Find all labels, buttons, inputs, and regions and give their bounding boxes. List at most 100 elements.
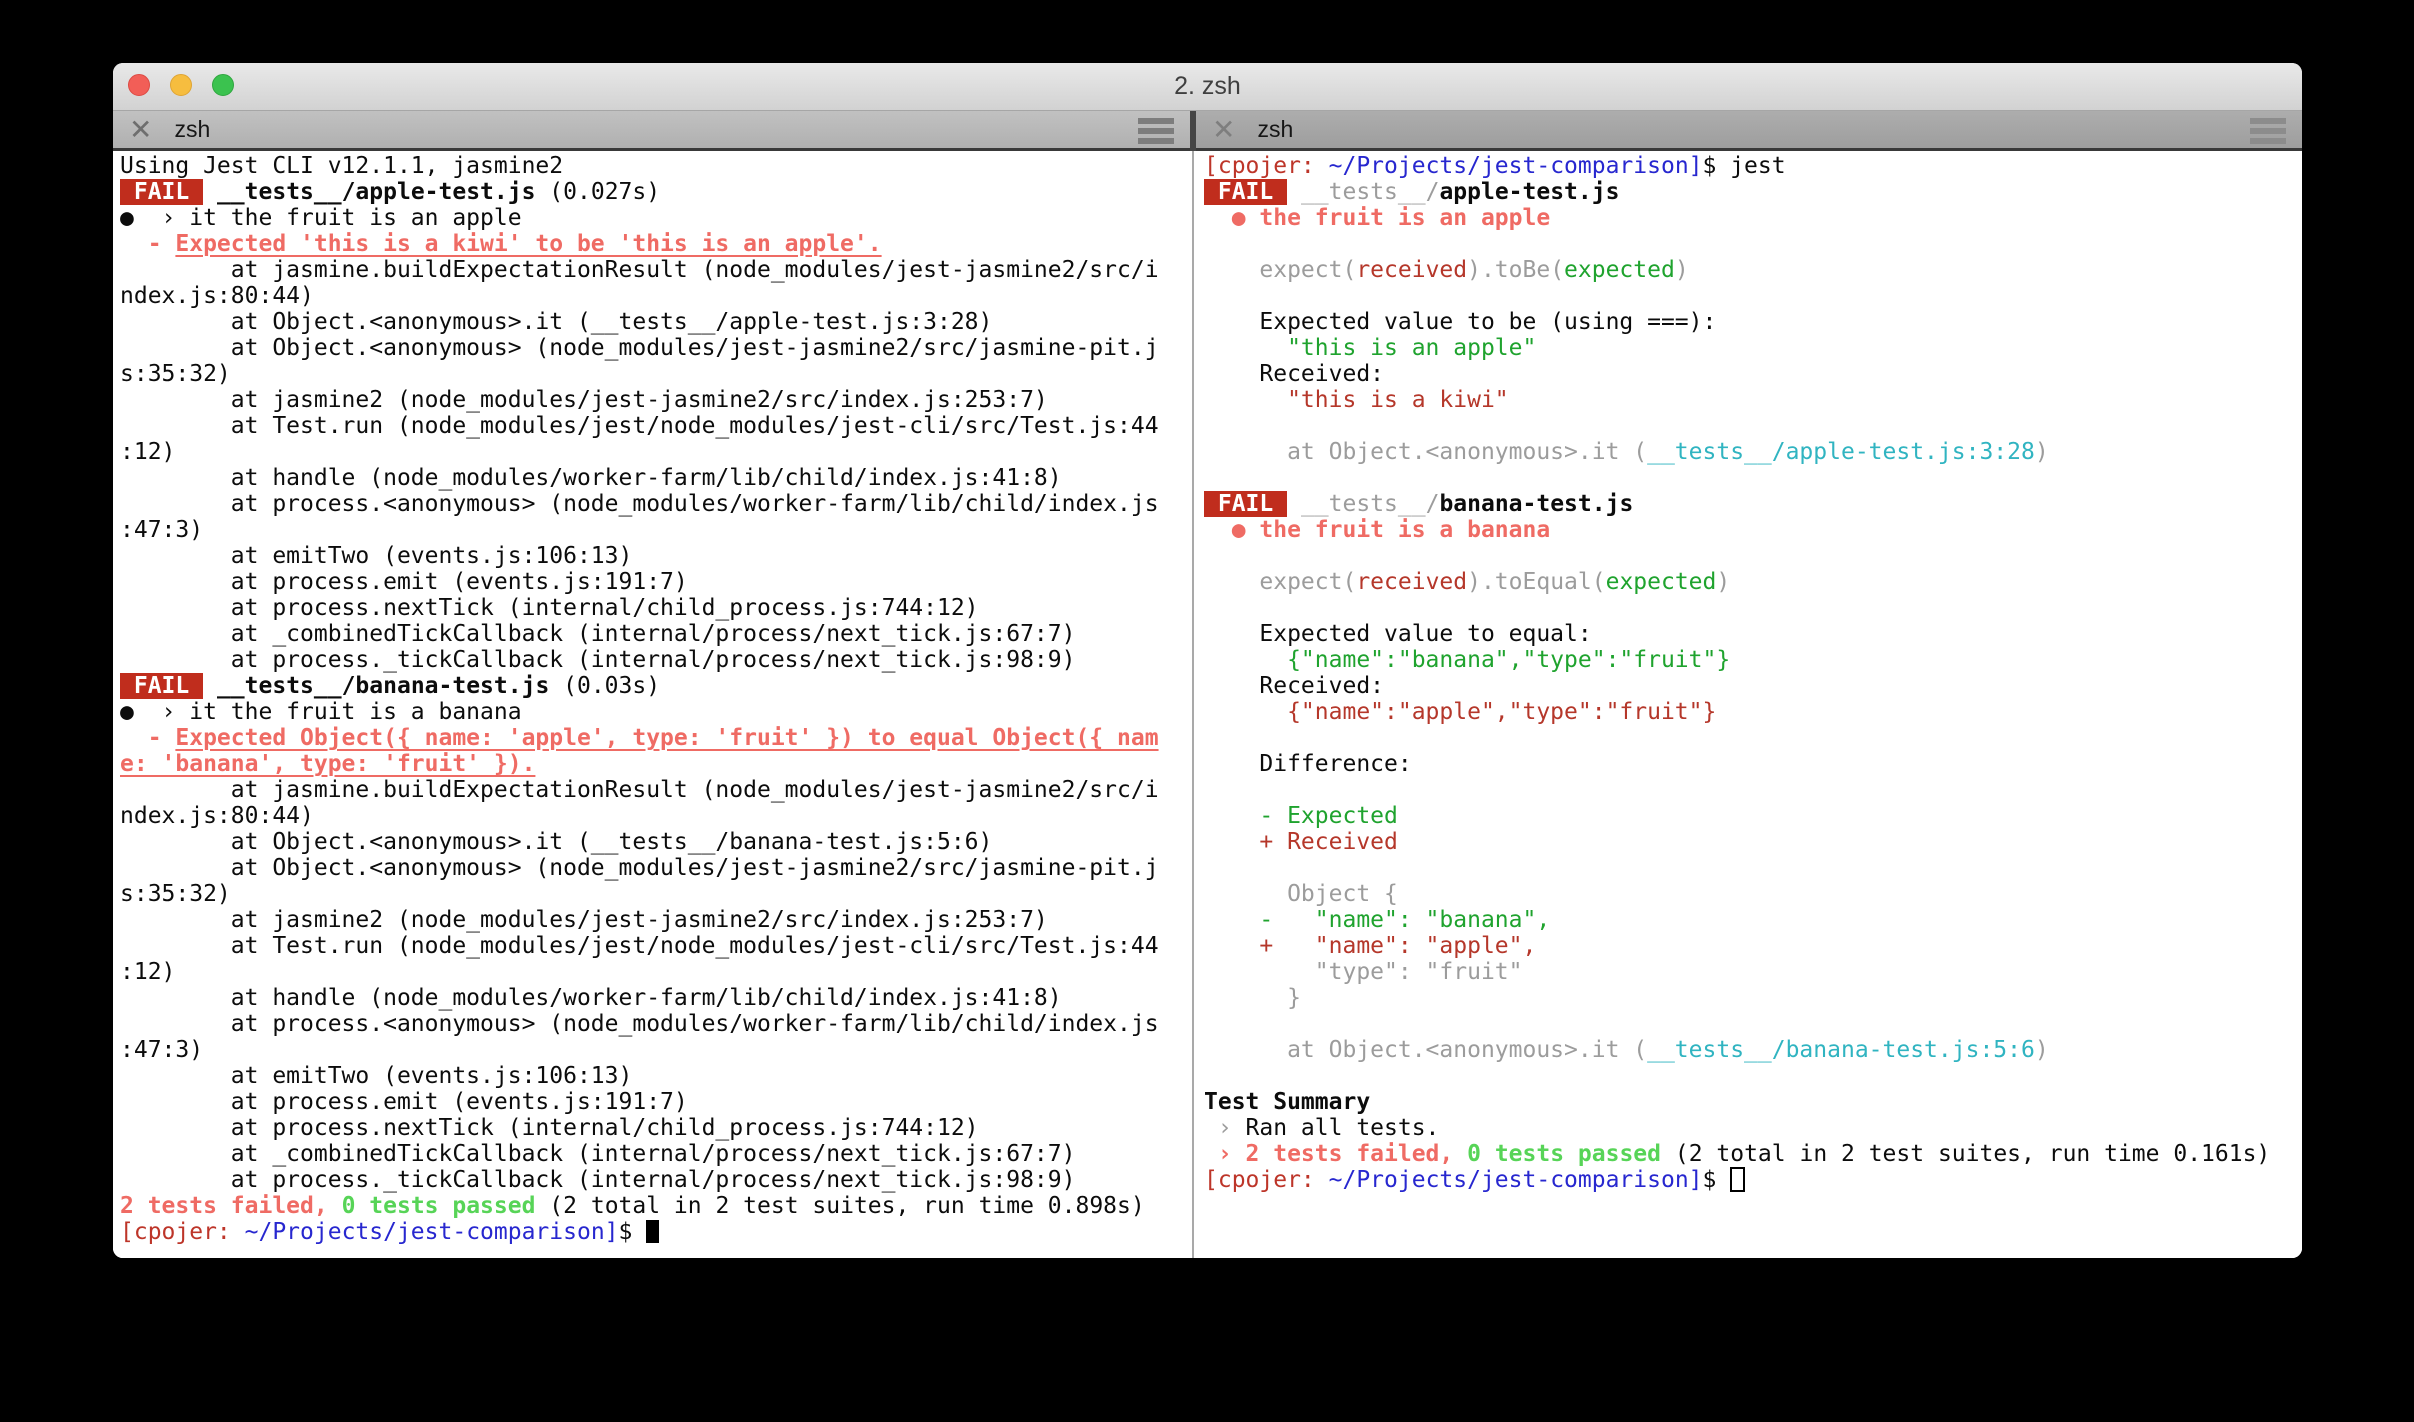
terminal-line: at handle (node_modules/worker-farm/lib/… (120, 465, 1062, 491)
hamburger-menu-icon[interactable] (1138, 118, 1174, 144)
window-title: 2. zsh (1174, 72, 1241, 100)
minimize-button[interactable] (170, 74, 192, 96)
terminal-line: - Expected 'this is a kiwi' to be 'this … (120, 231, 882, 257)
terminal-line: :47:3) (120, 517, 204, 543)
hamburger-menu-icon[interactable] (2250, 118, 2286, 144)
terminal-line: › 2 tests failed, 0 tests passed (2 tota… (1204, 1141, 2271, 1167)
desktop-background: 2. zsh ✕ zsh ✕ zsh Using Jest CLI v12.1.… (0, 0, 2414, 1422)
terminal-line: s:35:32) (120, 361, 231, 387)
terminal-line: Object { (1204, 881, 1398, 907)
close-tab-icon[interactable]: ✕ (129, 111, 152, 148)
terminal-line: - "name": "banana", (1204, 907, 1551, 933)
terminal-line: FAIL __tests__/apple-test.js (1204, 179, 1620, 205)
terminal-line: at _combinedTickCallback (internal/proce… (120, 621, 1076, 647)
terminal-line: at jasmine2 (node_modules/jest-jasmine2/… (120, 907, 1048, 933)
terminal-line: at Test.run (node_modules/jest/node_modu… (120, 413, 1159, 439)
terminal-line: at process.emit (events.js:191:7) (120, 569, 688, 595)
terminal-line: Using Jest CLI v12.1.1, jasmine2 (120, 153, 564, 179)
terminal-line: :12) (120, 959, 176, 985)
terminal-line: Difference: (1204, 751, 1412, 777)
terminal-line: :12) (120, 439, 176, 465)
left-pane-tab-bar[interactable]: ✕ zsh (113, 111, 1190, 151)
terminal-line: {"name":"banana","type":"fruit"} (1204, 647, 1731, 673)
terminal-cursor (1730, 1167, 1746, 1192)
zoom-button[interactable] (212, 74, 234, 96)
terminal-line: at process.<anonymous> (node_modules/wor… (120, 1011, 1159, 1037)
terminal-line: at process.nextTick (internal/child_proc… (120, 1115, 979, 1141)
terminal-line: Test Summary (1204, 1089, 1371, 1115)
terminal-line: + "name": "apple", (1204, 933, 1537, 959)
terminal-line: ● the fruit is a banana (1231, 517, 1551, 543)
close-button[interactable] (128, 74, 150, 96)
terminal-line: at process._tickCallback (internal/proce… (120, 1167, 1076, 1193)
terminal-line: [cpojer: ~/Projects/jest-comparison]$ (120, 1219, 1190, 1245)
title-bar[interactable]: 2. zsh (113, 63, 2302, 111)
terminal-line: Expected value to equal: (1204, 621, 1592, 647)
terminal-line: "this is a kiwi" (1204, 387, 1509, 413)
terminal-line: at Object.<anonymous> (node_modules/jest… (120, 335, 1159, 361)
terminal-line: at process.<anonymous> (node_modules/wor… (120, 491, 1159, 517)
terminal-line: [cpojer: ~/Projects/jest-comparison]$ (1204, 1167, 2302, 1193)
terminal-line: [cpojer: ~/Projects/jest-comparison]$ je… (1204, 153, 1786, 179)
tab-row: ✕ zsh ✕ zsh (113, 111, 2302, 151)
close-tab-icon[interactable]: ✕ (1212, 111, 1235, 148)
right-terminal-pane[interactable]: [cpojer: ~/Projects/jest-comparison]$ je… (1196, 151, 2302, 1258)
traffic-lights (128, 74, 234, 96)
terminal-line: at Test.run (node_modules/jest/node_modu… (120, 933, 1159, 959)
terminal-line: FAIL __tests__/banana-test.js (1204, 491, 1634, 517)
terminal-line: e: 'banana', type: 'fruit' }). (120, 751, 536, 777)
terminal-line: "this is an apple" (1204, 335, 1537, 361)
terminal-line: - Expected Object({ name: 'apple', type:… (120, 725, 1159, 751)
terminal-line: expect(received).toBe(expected) (1204, 257, 1689, 283)
terminal-line: at emitTwo (events.js:106:13) (120, 543, 633, 569)
left-tab-title: zsh (174, 116, 211, 142)
terminal-line: ndex.js:80:44) (120, 283, 314, 309)
left-terminal-pane[interactable]: Using Jest CLI v12.1.1, jasmine2 FAIL __… (113, 151, 1190, 1258)
terminal-line: Received: (1204, 673, 1385, 699)
terminal-line: ● › it the fruit is a banana (120, 699, 522, 725)
terminal-line: at Object.<anonymous>.it (__tests__/bana… (1204, 1037, 2049, 1063)
terminal-line: at Object.<anonymous>.it (__tests__/bana… (120, 829, 993, 855)
terminal-line: at jasmine.buildExpectationResult (node_… (120, 257, 1159, 283)
terminal-line: "type": "fruit" (1204, 959, 1523, 985)
terminal-line: Received: (1204, 361, 1385, 387)
terminal-line: at process._tickCallback (internal/proce… (120, 647, 1076, 673)
right-pane-tab-bar[interactable]: ✕ zsh (1196, 111, 2302, 151)
terminal-line: at Object.<anonymous> (node_modules/jest… (120, 855, 1159, 881)
terminal-cursor (646, 1220, 660, 1243)
terminal-line: at jasmine.buildExpectationResult (node_… (120, 777, 1159, 803)
terminal-line: 2 tests failed, 0 tests passed (2 total … (120, 1193, 1145, 1219)
terminal-line: expect(received).toEqual(expected) (1204, 569, 1731, 595)
terminal-line: {"name":"apple","type":"fruit"} (1204, 699, 1717, 725)
terminal-line: at Object.<anonymous>.it (__tests__/appl… (1204, 439, 2049, 465)
terminal-line: } (1204, 985, 1301, 1011)
terminal-line: › Ran all tests. (1204, 1115, 1440, 1141)
terminal-line: at process.emit (events.js:191:7) (120, 1089, 688, 1115)
terminal-line: :47:3) (120, 1037, 204, 1063)
terminal-line: ● the fruit is an apple (1231, 205, 1551, 231)
terminal-line: s:35:32) (120, 881, 231, 907)
terminal-line: at emitTwo (events.js:106:13) (120, 1063, 633, 1089)
terminal-content: Using Jest CLI v12.1.1, jasmine2 FAIL __… (113, 151, 2302, 1258)
terminal-line: at Object.<anonymous>.it (__tests__/appl… (120, 309, 993, 335)
terminal-line: - Expected (1204, 803, 1398, 829)
terminal-line: FAIL __tests__/apple-test.js (0.027s) (120, 179, 661, 205)
terminal-line: at _combinedTickCallback (internal/proce… (120, 1141, 1076, 1167)
terminal-line: at handle (node_modules/worker-farm/lib/… (120, 985, 1062, 1011)
terminal-line: ● › it the fruit is an apple (120, 205, 522, 231)
terminal-line: Expected value to be (using ===): (1204, 309, 1717, 335)
terminal-window: 2. zsh ✕ zsh ✕ zsh Using Jest CLI v12.1.… (113, 63, 2302, 1258)
terminal-line: at jasmine2 (node_modules/jest-jasmine2/… (120, 387, 1048, 413)
terminal-line: + Received (1204, 829, 1398, 855)
terminal-line: FAIL __tests__/banana-test.js (0.03s) (120, 673, 661, 699)
